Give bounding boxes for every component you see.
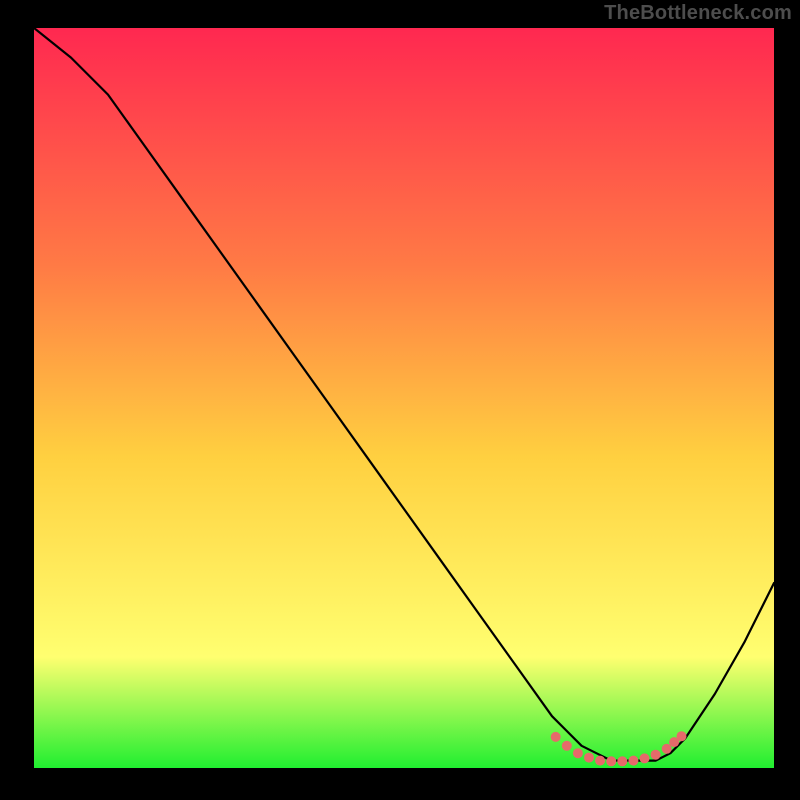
sweet-spot-marker — [628, 756, 638, 766]
sweet-spot-marker — [662, 744, 672, 754]
sweet-spot-marker — [573, 748, 583, 758]
sweet-spot-marker — [606, 756, 616, 766]
gradient-background — [34, 28, 774, 768]
sweet-spot-marker — [562, 741, 572, 751]
sweet-spot-marker — [651, 750, 661, 760]
sweet-spot-marker — [640, 753, 650, 763]
plot-area — [34, 28, 774, 768]
sweet-spot-marker — [551, 732, 561, 742]
sweet-spot-marker — [595, 756, 605, 766]
sweet-spot-marker — [677, 731, 687, 741]
watermark-text: TheBottleneck.com — [604, 2, 792, 25]
sweet-spot-marker — [617, 756, 627, 766]
chart-frame: TheBottleneck.com — [0, 0, 800, 800]
chart-svg — [34, 28, 774, 768]
sweet-spot-marker — [584, 753, 594, 763]
